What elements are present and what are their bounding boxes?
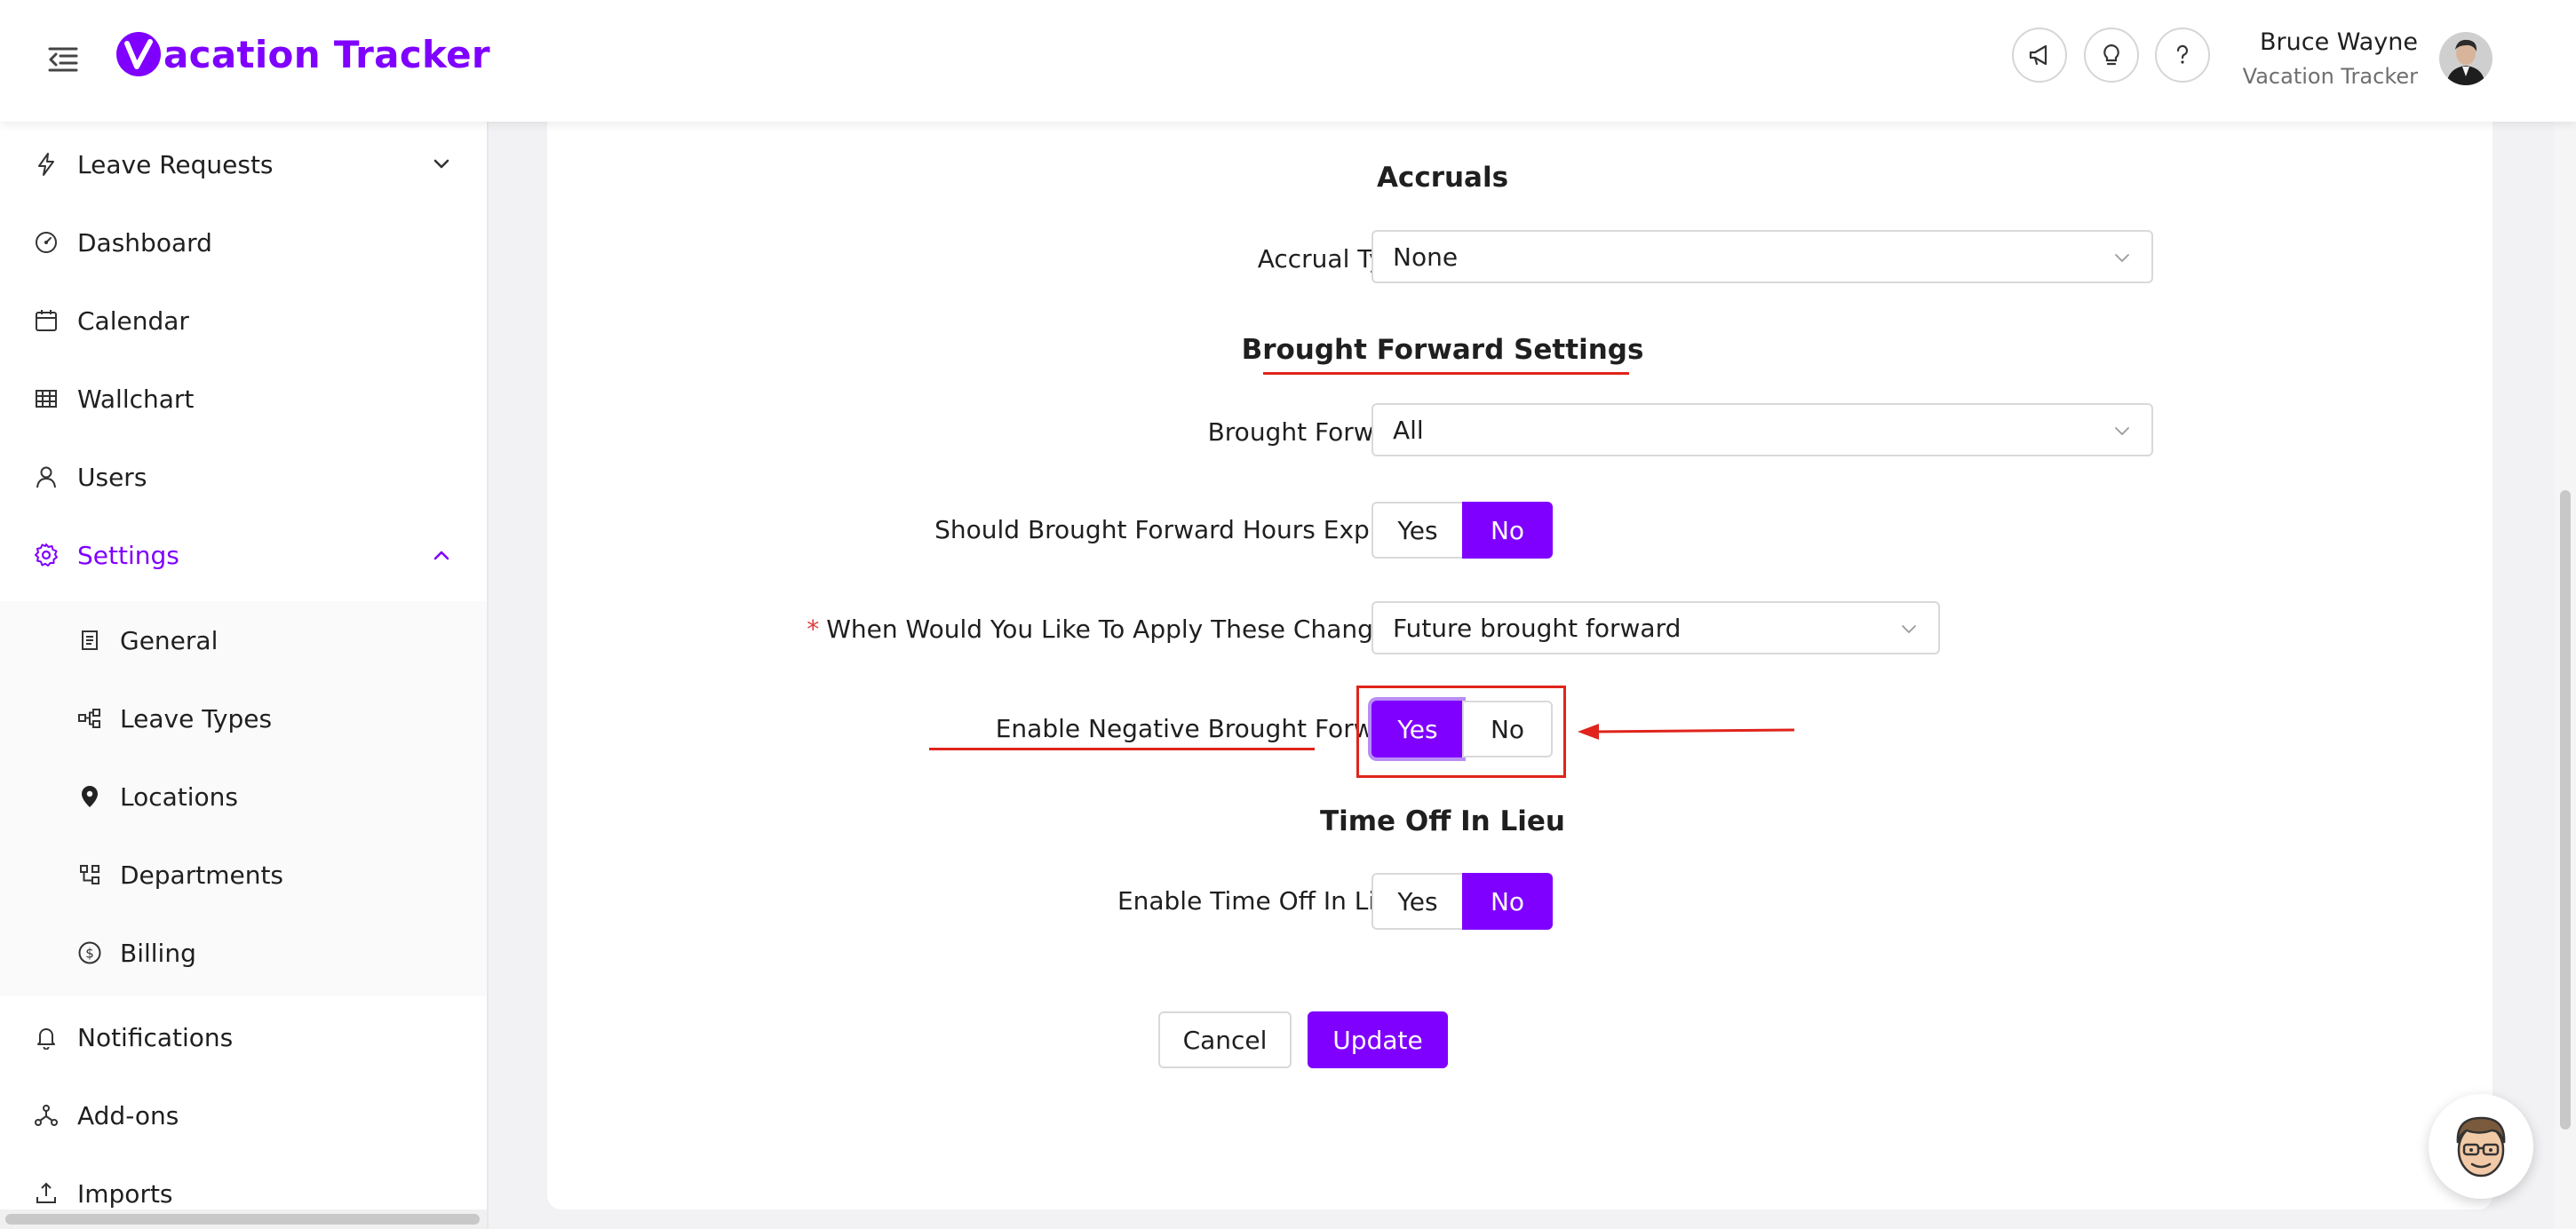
import-icon [32, 1179, 60, 1208]
negative-brought-forward-toggle: Yes No [1371, 701, 1553, 757]
sidebar-item-departments[interactable]: Departments [0, 839, 487, 910]
support-chat-avatar-icon[interactable] [2429, 1094, 2533, 1199]
sidebar-item-wallchart[interactable]: Wallchart [0, 363, 487, 434]
sidebar-item-billing[interactable]: $ Billing [0, 917, 487, 988]
accrual-type-select[interactable]: None [1371, 230, 2153, 283]
sidebar-item-label: Add-ons [77, 1100, 179, 1130]
sidebar-item-users[interactable]: Users [0, 441, 487, 512]
table-icon [32, 385, 60, 413]
apply-changes-value: Future brought forward [1393, 613, 1682, 643]
sidebar-item-add-ons[interactable]: Add-ons [0, 1080, 487, 1151]
document-icon [76, 627, 103, 654]
sidebar: Leave Requests Dashboard Calendar Wallch… [0, 122, 489, 1229]
brought-forward-value: All [1393, 415, 1424, 445]
toil-yes-button[interactable]: Yes [1371, 873, 1462, 930]
apply-changes-select[interactable]: Future brought forward [1371, 601, 1940, 654]
location-pin-icon [76, 783, 103, 810]
annotation-arrow-icon [1578, 724, 1795, 740]
update-button[interactable]: Update [1308, 1011, 1448, 1068]
departments-icon [76, 861, 103, 888]
sidebar-item-label: Settings [77, 540, 179, 570]
sidebar-item-label: Notifications [77, 1022, 234, 1052]
sidebar-item-label: Dashboard [77, 227, 212, 258]
avatar[interactable] [2439, 32, 2493, 85]
sidebar-item-label: Leave Types [120, 703, 273, 733]
expire-label-text: Should Brought Forward Hours Expire? [934, 514, 1415, 544]
sidebar-item-general[interactable]: General [0, 605, 487, 676]
sidebar-item-settings[interactable]: Settings [0, 519, 487, 591]
required-asterisk: * [807, 614, 820, 644]
negative-no-button[interactable]: No [1462, 701, 1553, 757]
collapse-menu-icon[interactable] [46, 44, 80, 75]
chevron-down-icon [2115, 254, 2129, 263]
sidebar-item-locations[interactable]: Locations [0, 761, 487, 832]
accruals-title: Accruals [1376, 162, 1509, 194]
brought-forward-settings-title: Brought Forward Settings [1241, 334, 1644, 366]
settings-submenu: General Leave Types Locations Department… [0, 601, 487, 996]
sidebar-item-dashboard[interactable]: Dashboard [0, 207, 487, 278]
brought-forward-select[interactable]: All [1371, 403, 2153, 456]
top-header: acation Tracker Bruce Wayne Vacation Tra… [0, 0, 2576, 122]
annotation-underline-label [929, 748, 1315, 750]
expire-no-button[interactable]: No [1462, 502, 1553, 559]
lightning-icon [32, 150, 60, 178]
gauge-icon [32, 228, 60, 257]
annotation-underline-title [1263, 372, 1629, 375]
chevron-down-icon [2115, 427, 2129, 436]
sidebar-item-label: Calendar [77, 305, 189, 336]
help-question-icon[interactable] [2155, 28, 2210, 83]
gear-icon [32, 541, 60, 569]
lightbulb-icon[interactable] [2084, 28, 2139, 83]
sidebar-item-label: Locations [120, 781, 239, 812]
toil-no-button[interactable]: No [1462, 873, 1553, 930]
megaphone-icon[interactable] [2012, 28, 2067, 83]
chevron-down-icon [1902, 625, 1916, 634]
user-name[interactable]: Bruce Wayne [2260, 28, 2418, 56]
sidebar-item-label: Billing [120, 938, 196, 968]
logo-v-icon [116, 32, 161, 76]
sidebar-item-label: Imports [77, 1178, 173, 1209]
scrollbar-thumb[interactable] [2560, 490, 2571, 1130]
expire-toggle: Yes No [1371, 502, 1553, 559]
page-vertical-scrollbar[interactable] [2555, 122, 2576, 1229]
brand-name: acation Tracker [163, 32, 490, 76]
expire-yes-button[interactable]: Yes [1371, 502, 1462, 559]
toil-toggle: Yes No [1371, 873, 1553, 930]
negative-yes-button[interactable]: Yes [1371, 701, 1462, 757]
sidebar-item-calendar[interactable]: Calendar [0, 285, 487, 356]
app-logo[interactable]: acation Tracker [115, 27, 490, 82]
sidebar-item-leave-types[interactable]: Leave Types [0, 683, 487, 754]
user-icon [32, 463, 60, 491]
sidebar-item-label: Wallchart [77, 384, 195, 414]
addons-icon [32, 1101, 60, 1130]
toil-title: Time Off In Lieu [1319, 805, 1566, 837]
sidebar-item-notifications[interactable]: Notifications [0, 1002, 487, 1073]
settings-form-card: Accruals Accrual Type : None Brought For… [547, 122, 2493, 1209]
sidebar-item-label: Users [77, 462, 147, 492]
negative-brought-forward-label-text: Enable Negative Brought Forward [995, 713, 1415, 743]
sidebar-horizontal-scrollbar[interactable] [0, 1209, 487, 1229]
chevron-down-icon [430, 153, 453, 176]
calendar-icon [32, 306, 60, 335]
sidebar-item-leave-requests[interactable]: Leave Requests [0, 129, 487, 200]
scrollbar-thumb[interactable] [5, 1214, 480, 1225]
accrual-type-value: None [1393, 242, 1459, 272]
cancel-button[interactable]: Cancel [1158, 1011, 1292, 1068]
chevron-up-icon [430, 543, 453, 567]
sidebar-item-label: General [120, 625, 219, 655]
sidebar-item-label: Leave Requests [77, 149, 274, 179]
dollar-icon: $ [76, 940, 103, 966]
toil-label-text: Enable Time Off In Lieu: [1117, 885, 1415, 916]
apply-changes-label-text: When Would You Like To Apply These Chang… [826, 614, 1415, 644]
sidebar-item-label: Departments [120, 860, 284, 890]
svg-text:$: $ [85, 946, 94, 962]
leave-types-icon [76, 705, 103, 732]
user-company: Vacation Tracker [2242, 64, 2418, 89]
bell-icon [32, 1023, 60, 1051]
apply-changes-label: * When Would You Like To Apply These Cha… [807, 613, 1462, 645]
